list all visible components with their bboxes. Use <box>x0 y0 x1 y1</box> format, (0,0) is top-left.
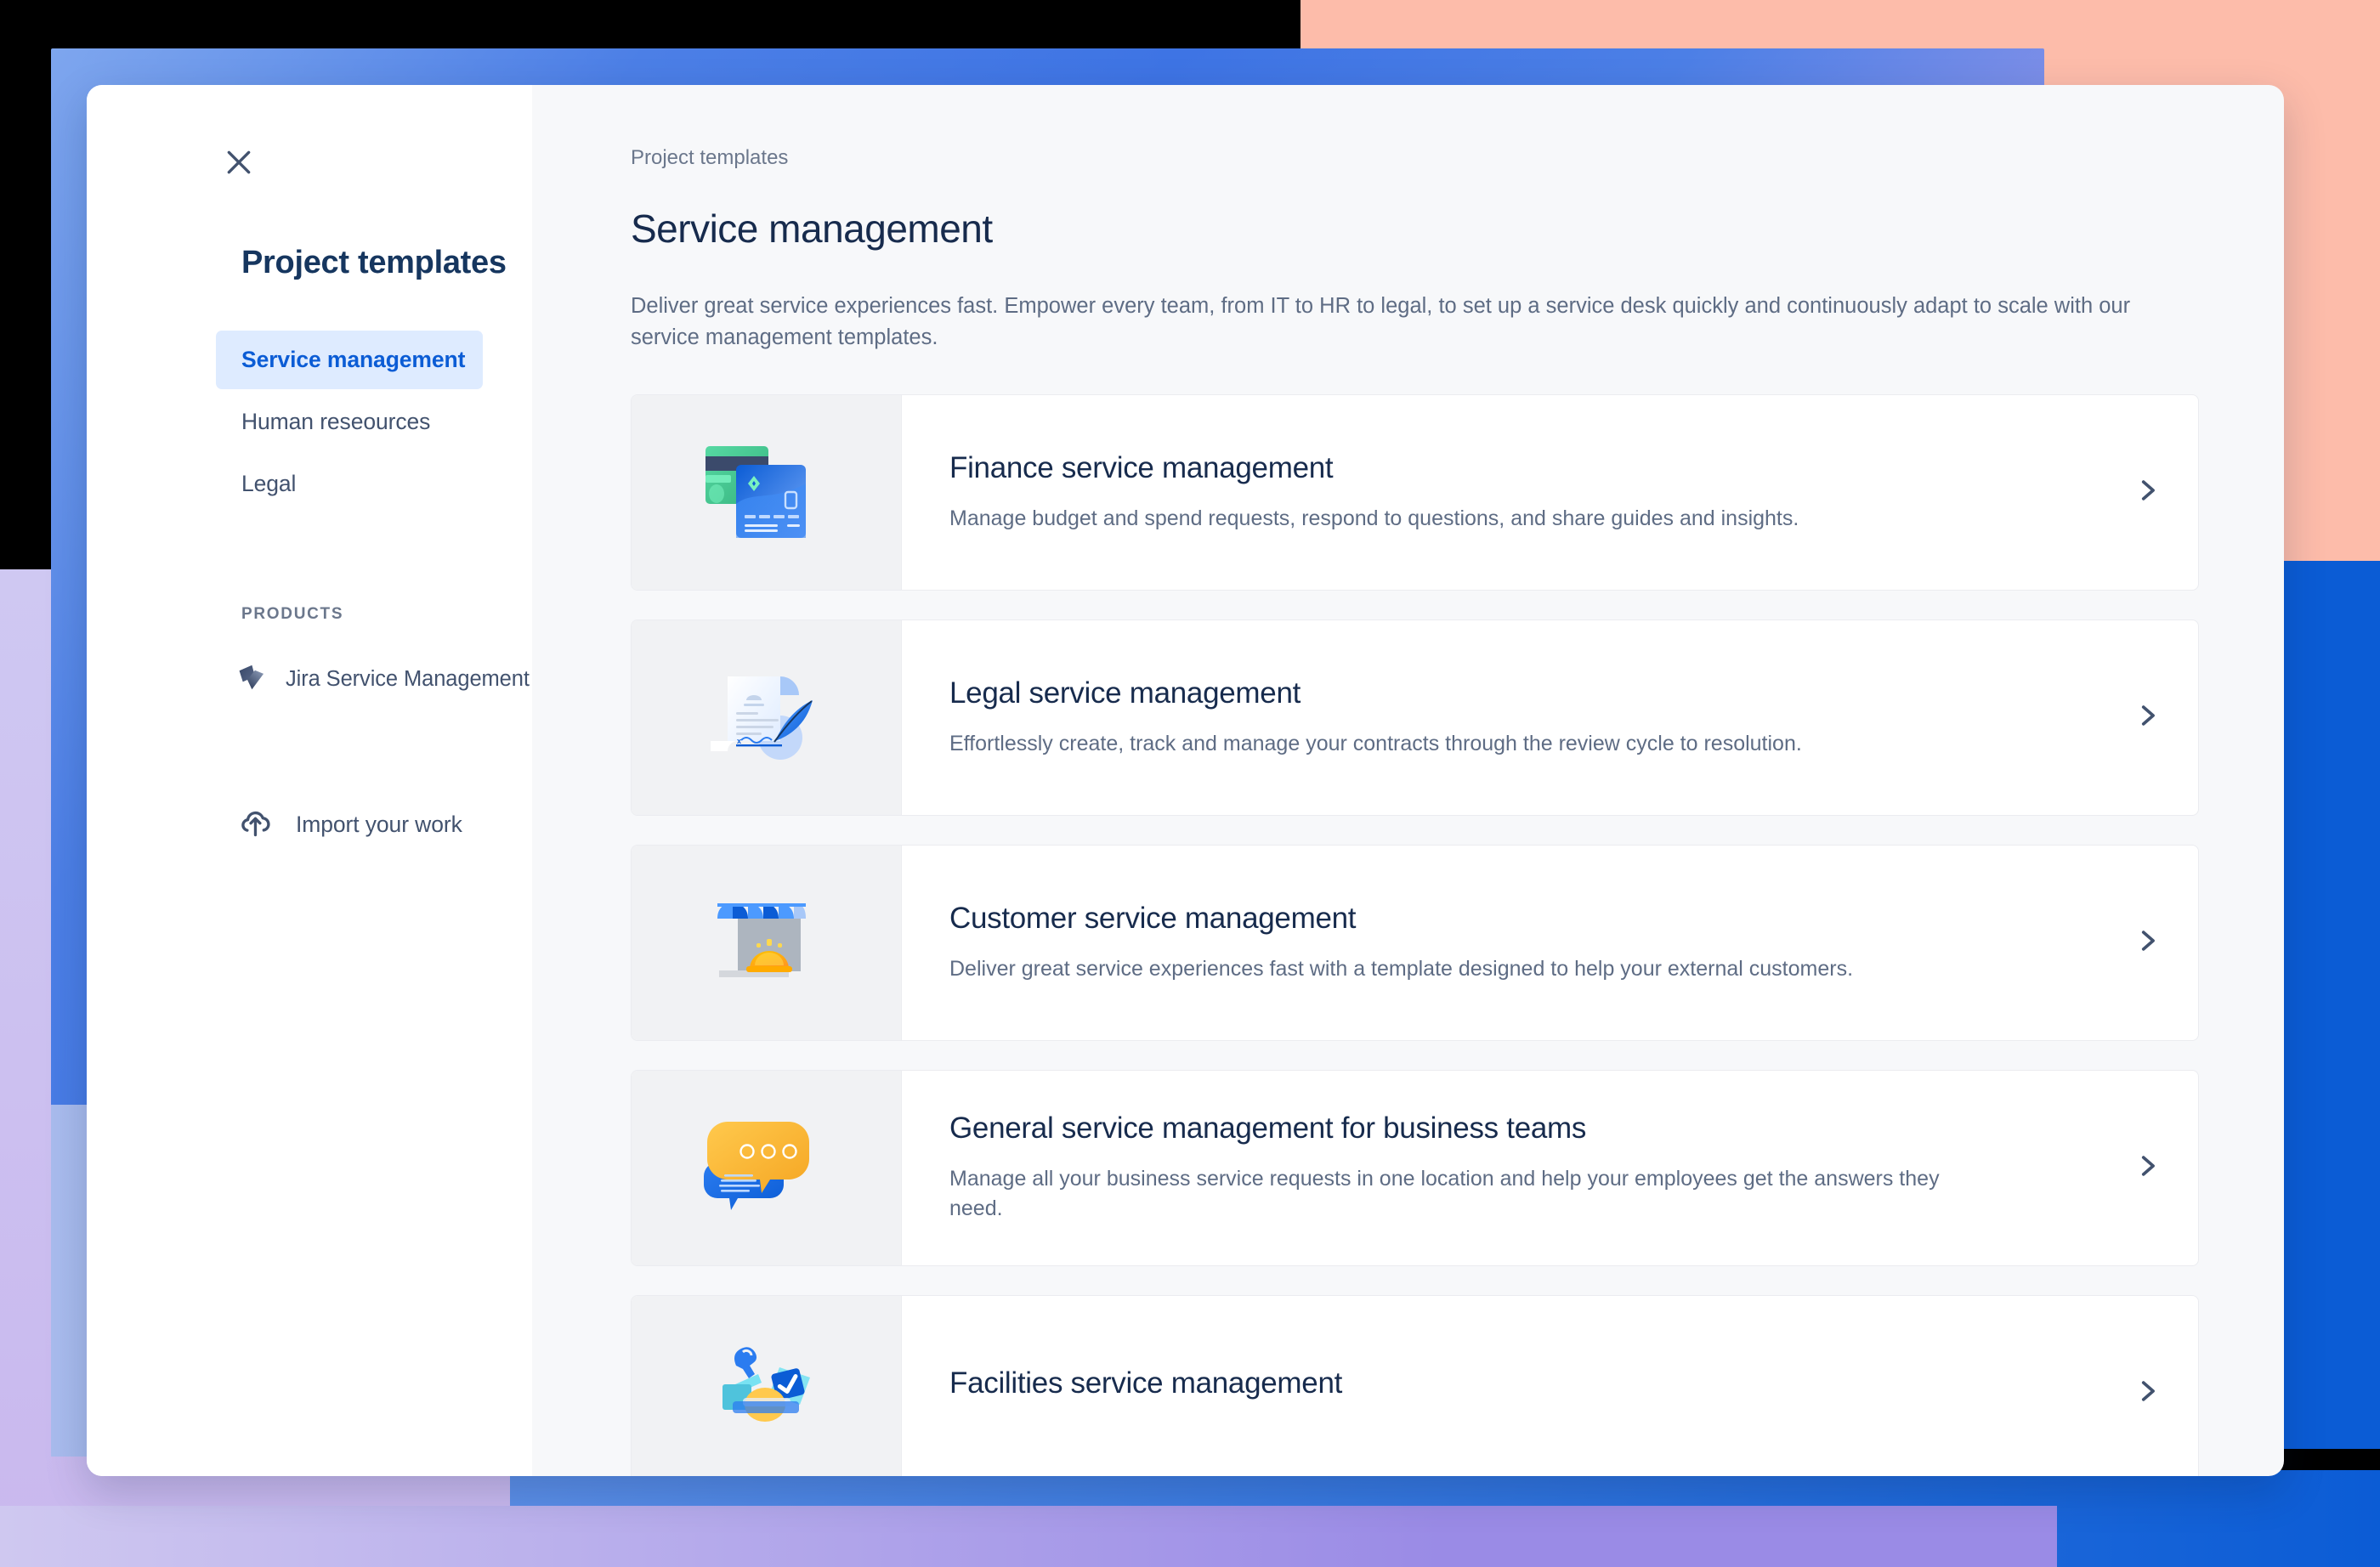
template-card-art: x <box>632 619 902 815</box>
storefront-bell-illustration <box>699 881 835 1004</box>
template-card-chevron[interactable] <box>2096 1296 2198 1476</box>
bg-layer-violet-bar <box>0 1506 2057 1567</box>
chevron-right-icon <box>2133 701 2162 734</box>
template-card-title: Customer service management <box>949 901 1357 935</box>
sidebar-item-import-your-work[interactable]: Import your work <box>238 805 532 845</box>
template-card-description: Deliver great service experiences fast w… <box>949 956 1854 981</box>
template-card-chevron[interactable] <box>2096 1071 2198 1265</box>
screenshot-stage: Project templates Service management Hum… <box>0 0 2380 1567</box>
close-icon <box>222 145 256 179</box>
sidebar-nav: Service management Human reseources Lega… <box>87 331 532 513</box>
page-description: Deliver great service experiences fast. … <box>631 294 2131 349</box>
template-card[interactable]: Facilities service management <box>631 1294 2199 1476</box>
template-card-description: Manage all your business service request… <box>949 1166 1940 1221</box>
template-card[interactable]: x Legal service management Effortlessly … <box>631 619 2199 816</box>
sidebar-item-jira-service-management[interactable]: Jira Service Management <box>236 661 532 698</box>
cloud-upload-icon <box>238 805 274 845</box>
sidebar-item-service-management[interactable]: Service management <box>216 331 483 389</box>
template-card-art <box>632 1070 902 1265</box>
credit-cards-illustration <box>699 431 835 554</box>
template-card-art <box>632 845 902 1040</box>
template-card-description: Effortlessly create, track and manage yo… <box>949 731 1802 755</box>
sidebar-item-legal[interactable]: Legal <box>216 455 483 513</box>
template-card-title: General service management for business … <box>949 1111 1587 1145</box>
template-card[interactable]: Finance service management Manage budget… <box>631 393 2199 591</box>
template-card-body: Finance service management Manage budget… <box>902 395 2096 590</box>
chevron-right-icon <box>2133 926 2162 959</box>
sidebar-product-label: Jira Service Management <box>286 667 530 691</box>
template-card-art <box>632 394 902 590</box>
jira-service-management-icon <box>236 661 269 698</box>
main-panel: Project templates Service management Del… <box>532 85 2284 1476</box>
template-card-chevron[interactable] <box>2096 395 2198 590</box>
template-card[interactable]: General service management for business … <box>631 1069 2199 1266</box>
project-templates-modal: Project templates Service management Hum… <box>87 85 2284 1476</box>
chat-bubbles-illustration <box>699 1106 835 1230</box>
template-card-title: Facilities service management <box>949 1366 1343 1400</box>
contract-quill-illustration: x <box>699 656 835 779</box>
template-card-chevron[interactable] <box>2096 846 2198 1040</box>
sidebar-import-label: Import your work <box>296 812 462 837</box>
close-button[interactable] <box>214 138 264 187</box>
template-card-description: Manage budget and spend requests, respon… <box>949 506 1799 530</box>
chevron-right-icon <box>2133 476 2162 509</box>
template-card-title: Legal service management <box>949 676 1301 710</box>
breadcrumb[interactable]: Project templates <box>631 146 2199 170</box>
page-title: Service management <box>631 206 993 251</box>
toolbox-illustration <box>699 1332 835 1455</box>
template-card-body: General service management for business … <box>902 1071 2096 1265</box>
template-card-art <box>632 1295 902 1476</box>
template-card-body: Customer service management Deliver grea… <box>902 846 2096 1040</box>
template-card-title: Finance service management <box>949 450 1334 484</box>
sidebar: Project templates Service management Hum… <box>87 85 532 1476</box>
sidebar-section-label-products: PRODUCTS <box>241 605 344 623</box>
sidebar-item-human-resources[interactable]: Human reseources <box>216 393 483 451</box>
chevron-right-icon <box>2133 1151 2162 1185</box>
template-card-body: Legal service management Effortlessly cr… <box>902 620 2096 815</box>
sidebar-title: Project templates <box>241 245 507 280</box>
svg-text:x: x <box>737 737 741 745</box>
chevron-right-icon <box>2133 1377 2162 1410</box>
template-card-body: Facilities service management <box>902 1296 2096 1476</box>
template-card[interactable]: Customer service management Deliver grea… <box>631 844 2199 1041</box>
template-card-chevron[interactable] <box>2096 620 2198 815</box>
